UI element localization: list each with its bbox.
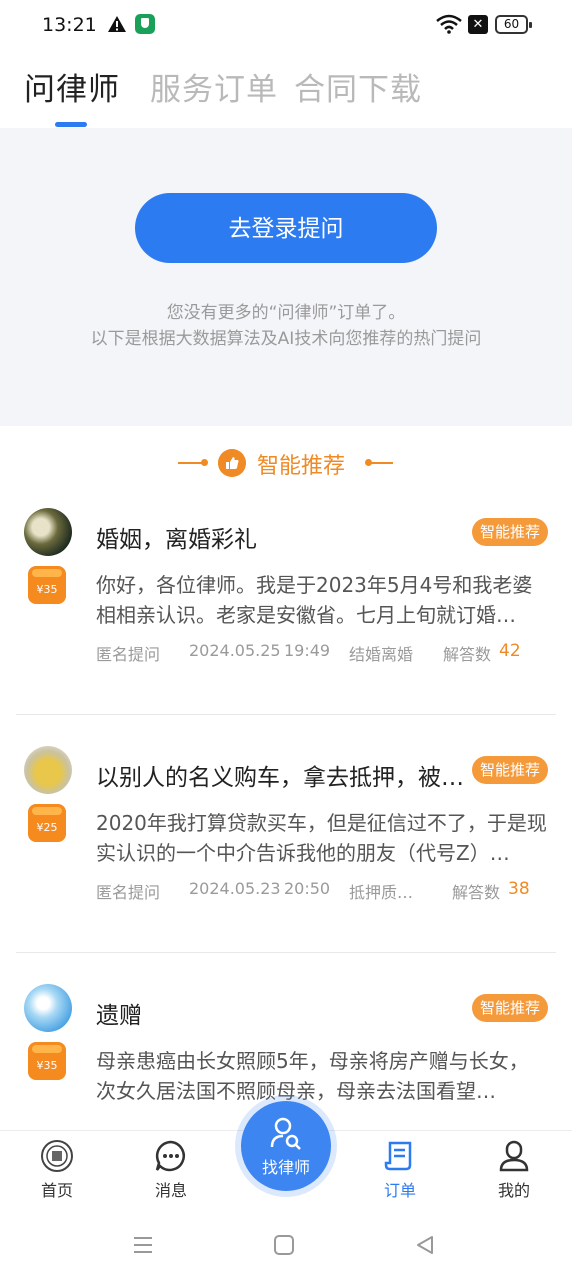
nav-messages[interactable]: 消息 <box>131 1139 211 1201</box>
nav-home-label: 首页 <box>40 1181 73 1200</box>
login-to-ask-button[interactable]: 去登录提问 <box>135 193 437 263</box>
divider <box>16 952 556 953</box>
avatar <box>24 746 72 794</box>
empty-orders-note: 您没有更多的“问律师”订单了。 <box>166 303 406 323</box>
tab-ask-lawyer[interactable]: 问律师 <box>24 64 120 109</box>
recommend-explanation: 以下是根据大数据算法及AI技术向您推荐的热门提问 <box>90 329 482 349</box>
smart-recommend-badge: 智能推荐 <box>472 518 548 546</box>
thumbs-up-icon <box>218 449 246 477</box>
category-label: 抵押质… <box>349 883 414 902</box>
category-label: 结婚离婚 <box>349 645 414 664</box>
find-lawyer-button[interactable]: 找律师 <box>241 1101 331 1191</box>
decorative-line <box>365 459 393 466</box>
system-navigation <box>0 1210 572 1280</box>
find-lawyer-label: 找律师 <box>261 1158 310 1177</box>
wifi-icon <box>436 14 462 34</box>
question-title: 以别人的名义购车，拿去抵押，被… <box>96 765 464 791</box>
reward-coin-icon: ¥35 <box>28 566 66 604</box>
answers-label: 解答数 <box>452 883 501 902</box>
menu-icon[interactable] <box>132 1234 154 1256</box>
author-label: 匿名提问 <box>96 645 161 664</box>
question-card[interactable]: ¥25 以别人的名义购车，拿去抵押，被… 智能推荐 2020年我打算贷款买车，但… <box>16 746 556 926</box>
security-shield-icon <box>135 14 155 34</box>
top-tabs: 问律师 服务订单 合同下载 <box>0 52 572 128</box>
status-time: 13:21 <box>42 14 97 36</box>
nav-orders[interactable]: 订单 <box>360 1139 440 1201</box>
tab-service-orders[interactable]: 服务订单 <box>150 64 278 109</box>
orders-icon <box>384 1141 412 1171</box>
user-profile-icon <box>499 1140 529 1172</box>
divider <box>16 714 556 715</box>
nav-messages-label: 消息 <box>154 1181 187 1200</box>
status-bar: 13:21 ✕ 60 <box>0 0 572 52</box>
question-card[interactable]: ¥35 婚姻，离婚彩礼 智能推荐 你好，各位律师。我是于2023年5月4号和我老… <box>16 508 556 688</box>
recommend-header: 智能推荐 <box>0 440 572 488</box>
avatar <box>24 984 72 1032</box>
login-section: 去登录提问 您没有更多的“问律师”订单了。 以下是根据大数据算法及AI技术向您推… <box>0 128 572 426</box>
question-title: 婚姻，离婚彩礼 <box>96 527 257 553</box>
author-label: 匿名提问 <box>96 883 161 902</box>
question-body: 你好，各位律师。我是于2023年5月4号和我老婆相相亲认识。老家是安徽省。七月上… <box>96 573 533 627</box>
avatar <box>24 508 72 556</box>
question-date: 2024.05.25 <box>189 641 281 660</box>
answers-label: 解答数 <box>443 645 492 664</box>
smart-recommend-badge: 智能推荐 <box>472 994 548 1022</box>
tab-contract-download[interactable]: 合同下载 <box>294 64 422 109</box>
nav-mine-label: 我的 <box>497 1181 530 1200</box>
nav-home[interactable]: 首页 <box>17 1139 97 1201</box>
home-square-icon[interactable] <box>273 1234 295 1256</box>
question-meta: 匿名提问 2024.05.23 20:50 抵押质… 解答数 38 <box>96 879 548 903</box>
no-sim-icon: ✕ <box>468 15 488 34</box>
question-body: 母亲患癌由长女照顾5年，母亲将房产赠与长女，次女久居法国不照顾母亲，母亲去法国看… <box>96 1049 529 1103</box>
question-time: 19:49 <box>284 641 331 660</box>
find-lawyer-icon <box>270 1117 301 1150</box>
chat-bubble-icon <box>155 1140 185 1172</box>
question-meta: 匿名提问 2024.05.25 19:49 结婚离婚 解答数 42 <box>96 641 548 665</box>
warning-icon <box>108 16 126 32</box>
smart-recommend-badge: 智能推荐 <box>472 756 548 784</box>
answer-count: 42 <box>499 641 521 661</box>
reward-coin-icon: ¥25 <box>28 804 66 842</box>
recommend-title: 智能推荐 <box>257 454 346 479</box>
active-tab-indicator <box>55 122 87 127</box>
question-date: 2024.05.23 <box>189 879 281 898</box>
battery-indicator: 60 <box>495 15 532 34</box>
decorative-line <box>178 459 208 466</box>
question-body: 2020年我打算贷款买车，但是征信过不了，于是现实认识的一个中介告诉我他的朋友（… <box>96 811 547 865</box>
nav-orders-label: 订单 <box>383 1181 416 1200</box>
home-emblem-icon <box>41 1140 73 1172</box>
question-time: 20:50 <box>284 879 331 898</box>
back-icon[interactable] <box>414 1234 436 1256</box>
question-title: 遗赠 <box>96 1003 142 1029</box>
nav-mine[interactable]: 我的 <box>474 1139 554 1201</box>
reward-coin-icon: ¥35 <box>28 1042 66 1080</box>
answer-count: 38 <box>508 879 530 899</box>
